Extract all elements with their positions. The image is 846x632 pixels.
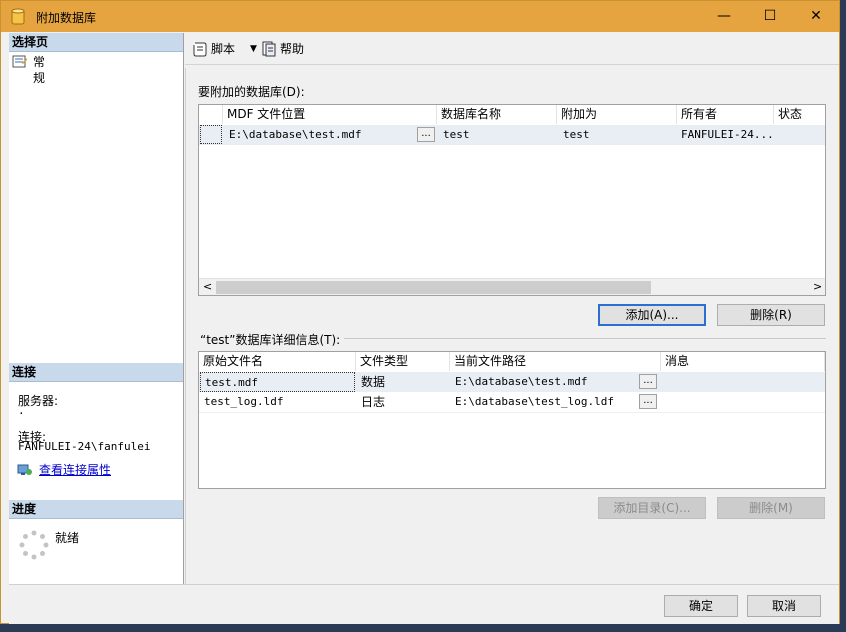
attach-database-dialog: 附加数据库 — ☐ ✕ 选择页 常规 连接 服务器: . 连接: FANFULE… bbox=[0, 0, 840, 624]
toolbar: 脚本 ▼ 帮助 bbox=[185, 33, 839, 65]
server-value: . bbox=[18, 404, 25, 417]
spinner-icon bbox=[19, 530, 49, 560]
main-content: 要附加的数据库(D): MDF 文件位置 数据库名称 附加为 所有者 状态 E:… bbox=[185, 68, 839, 584]
connection-properties-icon bbox=[17, 464, 32, 475]
select-page-header: 选择页 bbox=[9, 33, 183, 52]
maximize-button[interactable]: ☐ bbox=[747, 1, 793, 32]
cancel-button[interactable]: 取消 bbox=[747, 595, 821, 617]
details-label: “test”数据库详细信息(T): bbox=[200, 331, 345, 348]
details-grid[interactable]: 原始文件名 文件类型 当前文件路径 消息 test.mdf 数据 E:\data… bbox=[198, 351, 826, 489]
title-bar[interactable]: 附加数据库 — ☐ ✕ bbox=[1, 1, 839, 32]
col-status[interactable]: 状态 bbox=[774, 105, 825, 124]
remove-file-button[interactable]: 删除(M) bbox=[717, 497, 825, 519]
view-connection-properties-link[interactable]: 查看连接属性 bbox=[39, 462, 111, 478]
horizontal-scrollbar[interactable]: < > bbox=[199, 278, 825, 295]
browse-path-button[interactable]: ... bbox=[639, 374, 657, 389]
progress-header: 进度 bbox=[9, 500, 183, 519]
col-attach-as[interactable]: 附加为 bbox=[557, 105, 677, 124]
file-type-cell[interactable]: 数据 bbox=[357, 372, 449, 392]
database-icon bbox=[11, 8, 25, 25]
ok-button[interactable]: 确定 bbox=[664, 595, 738, 617]
connection-header: 连接 bbox=[9, 363, 183, 382]
attach-as-cell[interactable]: test bbox=[559, 125, 675, 145]
help-icon bbox=[262, 41, 276, 57]
col-message[interactable]: 消息 bbox=[661, 352, 825, 371]
message-cell bbox=[661, 372, 821, 392]
table-row[interactable]: E:\database\test.mdf ... test test FANFU… bbox=[199, 125, 825, 145]
scrollbar-thumb[interactable] bbox=[216, 281, 651, 294]
details-grid-header: 原始文件名 文件类型 当前文件路径 消息 bbox=[199, 352, 825, 373]
database-name-cell[interactable]: test bbox=[439, 125, 555, 145]
file-name-cell[interactable]: test.mdf bbox=[200, 372, 355, 392]
col-current-path[interactable]: 当前文件路径 bbox=[450, 352, 661, 371]
dialog-footer: 确定 取消 bbox=[9, 584, 839, 624]
col-owner[interactable]: 所有者 bbox=[677, 105, 774, 124]
attach-grid[interactable]: MDF 文件位置 数据库名称 附加为 所有者 状态 E:\database\te… bbox=[198, 104, 826, 296]
col-mdf-location[interactable]: MDF 文件位置 bbox=[223, 105, 437, 124]
add-catalog-button[interactable]: 添加目录(C)... bbox=[598, 497, 706, 519]
progress-status: 就绪 bbox=[55, 531, 80, 545]
page-label-general: 常规 bbox=[33, 55, 46, 85]
table-row[interactable]: test_log.ldf 日志 E:\database\test_log.ldf… bbox=[199, 392, 825, 413]
window-title: 附加数据库 bbox=[36, 11, 97, 25]
file-path-cell[interactable]: E:\database\test_log.ldf bbox=[451, 392, 637, 412]
connection-value: FANFULEI-24\fanfulei bbox=[18, 440, 151, 453]
remove-button[interactable]: 删除(R) bbox=[717, 304, 825, 326]
script-icon bbox=[193, 42, 207, 57]
left-pane: 选择页 常规 连接 服务器: . 连接: FANFULEI-24\fanfule… bbox=[9, 33, 184, 584]
attach-grid-header: MDF 文件位置 数据库名称 附加为 所有者 状态 bbox=[199, 105, 825, 126]
file-type-cell[interactable]: 日志 bbox=[357, 392, 449, 412]
col-file-type[interactable]: 文件类型 bbox=[356, 352, 450, 371]
file-path-cell[interactable]: E:\database\test.mdf bbox=[451, 372, 637, 392]
message-cell bbox=[661, 392, 821, 412]
mdf-path-cell[interactable]: E:\database\test.mdf bbox=[225, 125, 411, 145]
owner-cell[interactable]: FANFULEI-24... bbox=[677, 125, 773, 145]
col-original-file[interactable]: 原始文件名 bbox=[199, 352, 356, 371]
col-database-name[interactable]: 数据库名称 bbox=[437, 105, 557, 124]
browse-path-button[interactable]: ... bbox=[639, 394, 657, 409]
page-icon bbox=[12, 55, 27, 68]
browse-mdf-button[interactable]: ... bbox=[417, 127, 435, 142]
close-button[interactable]: ✕ bbox=[793, 1, 839, 32]
file-name-cell[interactable]: test_log.ldf bbox=[200, 392, 355, 412]
table-row[interactable]: test.mdf 数据 E:\database\test.mdf ... bbox=[199, 372, 825, 392]
scroll-left-icon[interactable]: < bbox=[203, 280, 212, 293]
status-cell bbox=[774, 125, 825, 145]
attach-label: 要附加的数据库(D): bbox=[198, 85, 305, 99]
scroll-right-icon[interactable]: > bbox=[813, 280, 822, 293]
add-button[interactable]: 添加(A)... bbox=[598, 304, 706, 326]
row-selector[interactable] bbox=[200, 125, 222, 144]
chevron-down-icon[interactable]: ▼ bbox=[250, 41, 257, 57]
minimize-button[interactable]: — bbox=[701, 1, 747, 32]
